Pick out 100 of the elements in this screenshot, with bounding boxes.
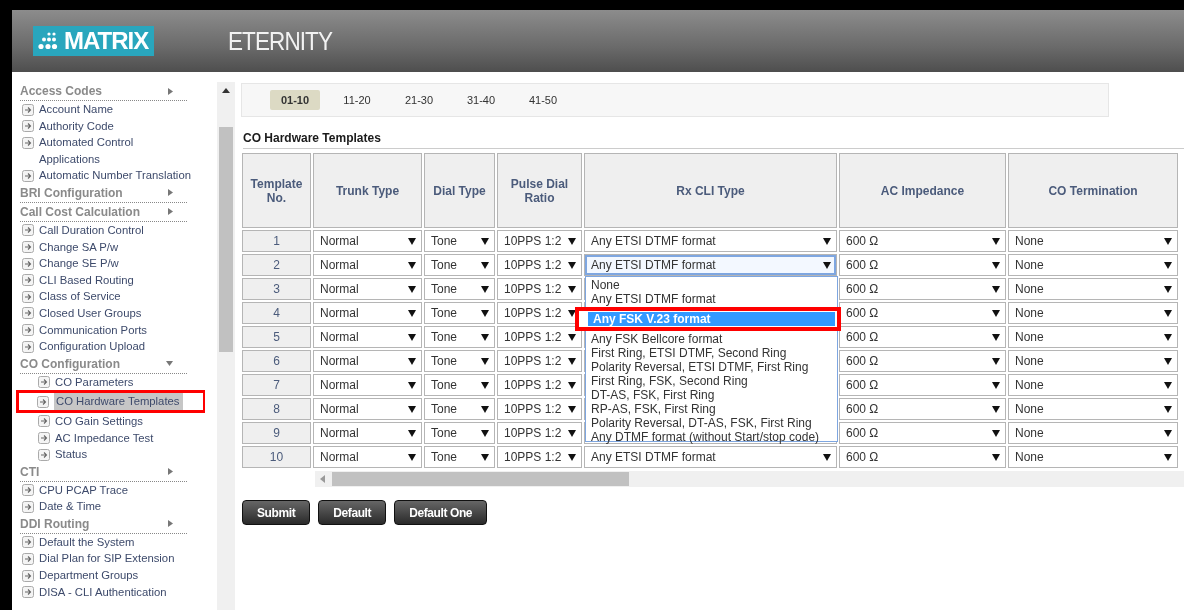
select-field[interactable]: 10PPS 1:2 — [498, 351, 581, 371]
select-field[interactable]: Normal — [314, 231, 421, 251]
select-field[interactable]: Tone — [425, 231, 494, 251]
menu-link[interactable]: DISA - CLI Authentication — [20, 583, 205, 601]
menu-link[interactable]: Department Groups — [20, 567, 205, 584]
select-field[interactable]: 10PPS 1:2 — [498, 231, 581, 251]
select-field[interactable]: 600 Ω — [840, 447, 1005, 467]
menu-link[interactable]: Account Name — [20, 101, 205, 118]
menu-group-header[interactable]: Call Cost Calculation — [20, 202, 187, 222]
page-tab[interactable]: 41-50 — [518, 90, 568, 110]
menu-link[interactable]: Call Duration Control — [20, 221, 205, 239]
menu-link[interactable]: Change SE P/w — [20, 255, 205, 272]
menu-link[interactable]: Configuration Upload — [20, 338, 205, 355]
page-tab[interactable]: 01-10 — [270, 90, 320, 110]
select-field[interactable]: 10PPS 1:2 — [498, 423, 581, 443]
menu-link[interactable]: CO Gain Settings — [20, 412, 205, 430]
select-field[interactable]: 600 Ω — [840, 399, 1005, 419]
select-field[interactable]: None — [1009, 447, 1177, 467]
menu-link[interactable]: CPU PCAP Trace — [20, 481, 205, 499]
menu-group-header[interactable]: Access Codes — [20, 82, 187, 101]
menu-link[interactable]: Default the System — [20, 533, 205, 551]
select-field[interactable]: 10PPS 1:2 — [498, 303, 581, 323]
table-cell: 5 — [242, 326, 311, 348]
select-field[interactable]: 600 Ω — [840, 279, 1005, 299]
select-field[interactable]: 10PPS 1:2 — [498, 327, 581, 347]
select-field[interactable]: Tone — [425, 447, 494, 467]
select-field[interactable]: Tone — [425, 303, 494, 323]
select-field[interactable]: None — [1009, 279, 1177, 299]
caret-icon — [823, 237, 831, 245]
select-field[interactable]: Normal — [314, 447, 421, 467]
scrollbar-thumb[interactable] — [332, 472, 629, 486]
select-field[interactable]: Normal — [314, 303, 421, 323]
menu-link[interactable]: Authority Code — [20, 117, 205, 135]
scroll-left-icon[interactable] — [320, 475, 325, 483]
select-field[interactable]: 600 Ω — [840, 255, 1005, 275]
arrow-box-icon — [22, 169, 34, 182]
menu-link[interactable]: Automatic Number Translation — [20, 167, 205, 184]
menu-link[interactable]: Status — [20, 446, 205, 463]
select-field[interactable]: 600 Ω — [840, 375, 1005, 395]
select-field[interactable]: 600 Ω — [840, 423, 1005, 443]
scroll-up-icon[interactable] — [222, 88, 230, 93]
select-field[interactable]: Normal — [314, 399, 421, 419]
menu-link[interactable]: Change SA P/w — [20, 238, 205, 256]
select-field[interactable]: Tone — [425, 423, 494, 443]
menu-link[interactable]: Automated Control Applications — [20, 134, 205, 168]
select-field[interactable]: None — [1009, 255, 1177, 275]
select-field[interactable]: None — [1009, 399, 1177, 419]
select-field[interactable]: 600 Ω — [840, 303, 1005, 323]
caret-icon — [408, 261, 416, 269]
select-field[interactable]: Tone — [425, 279, 494, 299]
select-field[interactable]: 10PPS 1:2 — [498, 279, 581, 299]
select-field[interactable]: Tone — [425, 351, 494, 371]
menu-link[interactable]: Communication Ports — [20, 321, 205, 339]
menu-link[interactable]: Class of Service — [20, 288, 205, 305]
select-field[interactable]: 10PPS 1:2 — [498, 447, 581, 467]
select-field[interactable]: Tone — [425, 327, 494, 347]
select-field[interactable]: None — [1009, 231, 1177, 251]
select-field[interactable]: Normal — [314, 327, 421, 347]
select-field[interactable]: Tone — [425, 375, 494, 395]
select-field[interactable]: 10PPS 1:2 — [498, 399, 581, 419]
select-field[interactable]: Any ETSI DTMF format — [585, 231, 836, 251]
arrow-box-icon — [22, 569, 34, 582]
select-field[interactable]: 600 Ω — [840, 327, 1005, 347]
table-cell: 7 — [242, 374, 311, 396]
select-field[interactable]: None — [1009, 423, 1177, 443]
select-field[interactable]: Normal — [314, 351, 421, 371]
action-button[interactable]: Default One — [394, 500, 488, 525]
dropdown-option[interactable]: Polarity Reversal, DT-AS, FSK, First Ring — [586, 416, 837, 430]
menu-link[interactable]: Closed User Groups — [20, 304, 205, 322]
select-field[interactable]: None — [1009, 303, 1177, 323]
dropdown-option[interactable]: First Ring, ETSI DTMF, Second Ring — [586, 346, 837, 360]
select-field[interactable]: 10PPS 1:2 — [498, 255, 581, 275]
select-field[interactable]: 600 Ω — [840, 351, 1005, 371]
menu-link[interactable]: AC Impedance Test — [20, 429, 205, 447]
page-tab[interactable]: 21-30 — [394, 90, 444, 110]
select-field[interactable]: 10PPS 1:2 — [498, 375, 581, 395]
select-field[interactable]: None — [1009, 375, 1177, 395]
select-field[interactable]: Any ETSI DTMF format — [585, 255, 836, 275]
select-field[interactable]: Normal — [314, 255, 421, 275]
select-field[interactable]: Tone — [425, 399, 494, 419]
action-button[interactable]: Default — [318, 500, 387, 525]
menu-link[interactable]: CO Parameters — [20, 373, 205, 391]
menu-link[interactable]: CLI Based Routing — [20, 271, 205, 289]
select-field[interactable]: None — [1009, 327, 1177, 347]
select-field[interactable]: 600 Ω — [840, 231, 1005, 251]
menu-link[interactable]: Date & Time — [20, 498, 205, 515]
action-button[interactable]: Submit — [242, 500, 311, 525]
select-field[interactable]: Tone — [425, 255, 494, 275]
page-tab[interactable]: 11-20 — [332, 90, 382, 110]
select-field[interactable]: Normal — [314, 279, 421, 299]
arrow-box-icon — [38, 432, 50, 444]
menu-link[interactable]: Dial Plan for SIP Extension — [20, 550, 205, 568]
dropdown-option[interactable]: DT-AS, FSK, First Ring — [586, 388, 837, 402]
dropdown-option[interactable]: Any ETSI DTMF format — [586, 292, 837, 306]
select-field[interactable]: Any ETSI DTMF format — [585, 447, 836, 467]
page-tab[interactable]: 31-40 — [456, 90, 506, 110]
select-field[interactable]: None — [1009, 351, 1177, 371]
select-field[interactable]: Normal — [314, 375, 421, 395]
select-field[interactable]: Normal — [314, 423, 421, 443]
scrollbar-thumb[interactable] — [219, 127, 233, 352]
